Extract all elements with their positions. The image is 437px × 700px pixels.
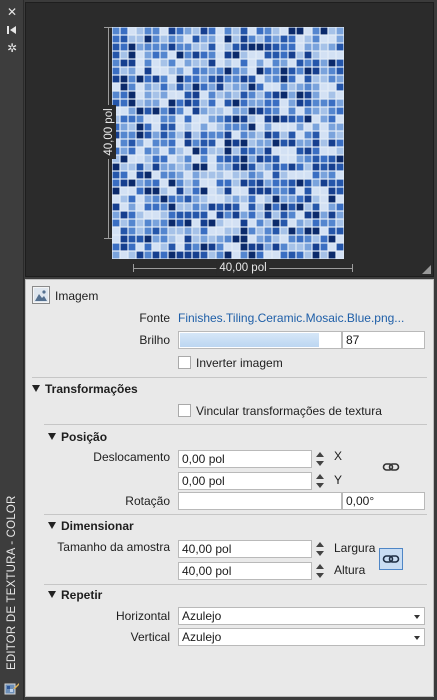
texture-tile-image	[112, 27, 344, 259]
horizontal-row: Horizontal Azulejo	[26, 606, 433, 626]
link-transforms-checkbox[interactable]	[178, 404, 191, 417]
source-row: Fonte Finishes.Tiling.Ceramic.Mosaic.Blu…	[26, 308, 433, 328]
vertical-repeat-value: Azulejo	[182, 630, 222, 644]
collapse-arrow-icon	[48, 522, 56, 529]
position-header[interactable]: Posição	[48, 427, 107, 447]
repeat-title: Repetir	[61, 588, 103, 602]
collapse-arrow-icon	[48, 433, 56, 440]
width-dimension-label: 40,00 pol	[216, 261, 270, 275]
width-dimension: 40,00 pol	[133, 261, 353, 275]
offset-y-input[interactable]: 0,00 pol	[178, 472, 312, 490]
image-section-title: Imagem	[55, 289, 99, 303]
horizontal-repeat-select[interactable]: Azulejo	[178, 607, 425, 625]
position-title: Posição	[61, 430, 108, 444]
rotation-slider[interactable]	[178, 492, 342, 510]
rotation-row: Rotação 0,00°	[26, 491, 433, 511]
settings-icon[interactable]: ✲	[4, 41, 20, 55]
transforms-title: Transformações	[45, 382, 138, 396]
transforms-header[interactable]: Transformações	[32, 379, 138, 399]
close-icon[interactable]: ✕	[4, 5, 20, 19]
separator	[32, 377, 427, 378]
height-dimension-label: 40,00 pol	[102, 105, 116, 159]
collapse-arrow-icon	[32, 385, 40, 392]
brightness-label: Brilho	[139, 333, 170, 347]
separator	[44, 424, 427, 425]
axis-y-label: Y	[334, 473, 343, 487]
sample-width-spinner[interactable]	[313, 540, 327, 558]
brightness-row: Brilho 87	[26, 330, 433, 350]
invert-image-checkbox[interactable]	[178, 356, 191, 369]
image-header: Imagem	[26, 286, 433, 306]
horizontal-repeat-value: Azulejo	[182, 609, 222, 623]
offset-x-spinner[interactable]	[313, 450, 327, 468]
offset-x-row: Deslocamento 0,00 pol X	[26, 447, 433, 468]
scale-title: Dimensionar	[61, 519, 134, 533]
image-icon[interactable]	[32, 286, 50, 304]
width-label: Largura	[334, 541, 376, 555]
offset-x-input[interactable]: 0,00 pol	[178, 450, 312, 468]
offset-y-row: 0,00 pol Y	[26, 469, 433, 490]
vertical-label: Vertical	[130, 630, 170, 644]
rotation-label: Rotação	[125, 494, 170, 508]
palette-title: EDITOR DE TEXTURA - COLOR	[4, 490, 20, 670]
sample-height-spinner[interactable]	[313, 562, 327, 580]
texture-preview: 40,00 pol 40,00 pol	[25, 2, 434, 277]
source-label: Fonte	[139, 311, 170, 325]
brightness-slider[interactable]	[178, 331, 342, 349]
brightness-value-input[interactable]: 87	[342, 331, 425, 349]
link-transforms-row: Vincular transformações de textura	[26, 401, 433, 421]
axis-x-label: X	[334, 449, 343, 463]
resize-grip-icon[interactable]	[422, 265, 431, 274]
vertical-row: Vertical Azulejo	[26, 627, 433, 647]
offset-label: Deslocamento	[93, 450, 170, 464]
collapse-arrow-icon	[48, 591, 56, 598]
offset-y-spinner[interactable]	[313, 472, 327, 490]
repeat-header[interactable]: Repetir	[48, 585, 102, 605]
invert-image-label: Inverter imagem	[196, 356, 283, 370]
texture-editor-icon[interactable]	[4, 680, 20, 696]
sample-width-row: Tamanho da amostra 40,00 pol Largura	[26, 537, 433, 558]
dropdown-arrow-icon	[414, 615, 420, 619]
vertical-repeat-select[interactable]: Azulejo	[178, 628, 425, 646]
height-label: Altura	[334, 563, 366, 577]
link-transforms-label: Vincular transformações de textura	[196, 404, 382, 418]
separator	[44, 514, 427, 515]
invert-row: Inverter imagem	[26, 353, 433, 373]
rotation-value-input[interactable]: 0,00°	[342, 492, 425, 510]
brightness-slider-fill	[180, 333, 319, 347]
sample-height-input[interactable]: 40,00 pol	[178, 562, 312, 580]
palette-title-bar: ✕ ✲ EDITOR DE TEXTURA - COLOR	[0, 0, 24, 700]
palette-title-text: EDITOR DE TEXTURA - COLOR	[6, 495, 18, 670]
lock-aspect-ratio-button[interactable]	[379, 548, 403, 570]
dropdown-arrow-icon	[414, 636, 420, 640]
pin-icon[interactable]	[4, 23, 20, 37]
height-dimension: 40,00 pol	[102, 27, 116, 239]
properties-panel: Imagem Fonte Finishes.Tiling.Ceramic.Mos…	[25, 279, 434, 697]
link-icon	[382, 555, 400, 563]
horizontal-label: Horizontal	[115, 609, 170, 623]
scale-header[interactable]: Dimensionar	[48, 516, 134, 536]
link-offset-icon[interactable]	[382, 460, 400, 474]
source-file-link[interactable]: Finishes.Tiling.Ceramic.Mosaic.Blue.png.…	[178, 308, 404, 328]
sample-height-row: 40,00 pol Altura	[26, 559, 433, 580]
sample-size-label: Tamanho da amostra	[57, 540, 170, 554]
sample-width-input[interactable]: 40,00 pol	[178, 540, 312, 558]
